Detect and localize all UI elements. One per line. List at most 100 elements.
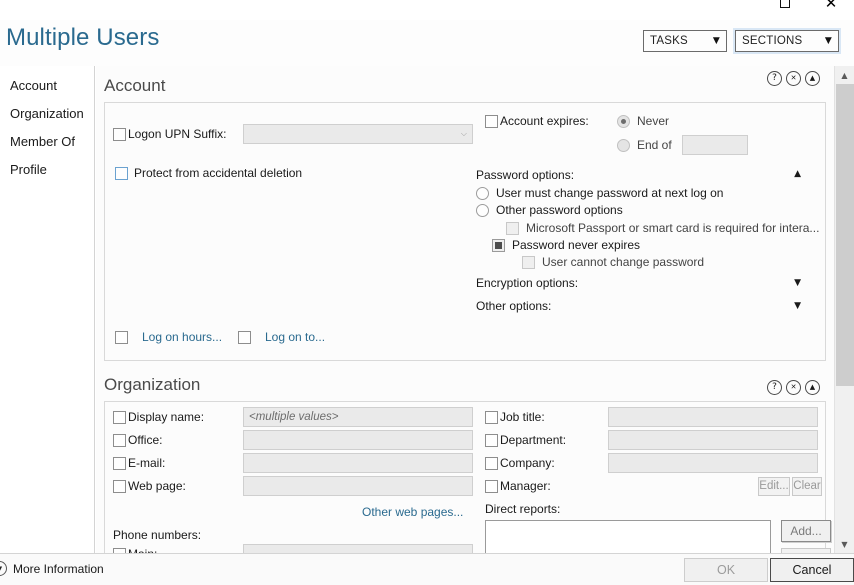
cancel-button[interactable]: Cancel bbox=[770, 558, 854, 582]
web-page-row: Web page: bbox=[113, 479, 473, 493]
display-name-checkbox[interactable] bbox=[113, 411, 126, 424]
tasks-label: TASKS bbox=[650, 35, 688, 47]
chevron-up-icon[interactable]: ▲ bbox=[805, 71, 820, 86]
cannot-change-password-row[interactable]: User cannot change password bbox=[522, 255, 826, 269]
display-name-value: <multiple values> bbox=[249, 411, 339, 423]
page-title: Multiple Users bbox=[6, 24, 159, 52]
email-field[interactable] bbox=[243, 453, 473, 473]
restore-window-button[interactable] bbox=[762, 0, 808, 18]
job-title-field[interactable] bbox=[608, 407, 818, 427]
account-expires-end-of-radio[interactable] bbox=[617, 139, 630, 152]
other-web-pages-link[interactable]: Other web pages... bbox=[362, 505, 463, 519]
more-information-button[interactable]: ▼ More Information bbox=[0, 561, 104, 576]
sidebar-item-member-of[interactable]: Member Of bbox=[0, 127, 94, 155]
log-on-hours-checkbox[interactable] bbox=[115, 331, 128, 344]
scroll-down-icon[interactable]: ▼ bbox=[835, 535, 854, 553]
close-icon[interactable]: ✕ bbox=[786, 71, 801, 86]
manager-checkbox[interactable] bbox=[485, 480, 498, 493]
content-scrollbar[interactable]: ▲ ▼ bbox=[834, 66, 854, 553]
passport-required-row[interactable]: Microsoft Passport or smart card is requ… bbox=[506, 221, 826, 235]
sidebar-item-account[interactable]: Account bbox=[0, 71, 94, 99]
office-checkbox[interactable] bbox=[113, 434, 126, 447]
company-field[interactable] bbox=[608, 453, 818, 473]
close-icon[interactable]: ✕ bbox=[786, 380, 801, 395]
help-icon[interactable]: ? bbox=[767, 380, 782, 395]
chevron-down-icon[interactable]: ▼ bbox=[794, 278, 801, 288]
protect-from-deletion-checkbox[interactable] bbox=[115, 167, 128, 180]
chevron-down-icon[interactable]: ▼ bbox=[794, 301, 801, 311]
scroll-up-icon[interactable]: ▲ bbox=[835, 66, 854, 84]
cannot-change-password-checkbox[interactable] bbox=[522, 256, 535, 269]
other-password-options-radio[interactable] bbox=[476, 204, 489, 217]
must-change-password-row[interactable]: User must change password at next log on bbox=[476, 186, 826, 200]
must-change-password-radio[interactable] bbox=[476, 187, 489, 200]
chevron-down-icon: ▼ bbox=[699, 37, 720, 46]
manager-edit-button[interactable]: Edit... bbox=[758, 477, 790, 496]
display-name-label: Display name: bbox=[128, 410, 204, 424]
other-password-options-row[interactable]: Other password options bbox=[476, 203, 826, 217]
log-on-to-row[interactable]: Log on to... bbox=[238, 330, 325, 344]
protect-from-deletion-row[interactable]: Protect from accidental deletion bbox=[115, 166, 302, 180]
passport-required-checkbox[interactable] bbox=[506, 222, 519, 235]
log-on-to-link[interactable]: Log on to... bbox=[265, 330, 325, 344]
job-title-checkbox[interactable] bbox=[485, 411, 498, 424]
department-field[interactable] bbox=[608, 430, 818, 450]
logon-upn-suffix-checkbox[interactable] bbox=[113, 128, 126, 141]
tasks-menu-button[interactable]: TASKS ▼ bbox=[643, 30, 727, 52]
organization-section-title: Organization bbox=[96, 375, 834, 395]
password-never-expires-row[interactable]: Password never expires bbox=[492, 238, 826, 252]
display-name-field[interactable]: <multiple values> bbox=[243, 407, 473, 427]
company-row: Company: bbox=[485, 456, 815, 470]
web-page-field[interactable] bbox=[243, 476, 473, 496]
office-field[interactable] bbox=[243, 430, 473, 450]
direct-reports-add-button[interactable]: Add... bbox=[781, 520, 831, 542]
department-label: Department: bbox=[500, 433, 566, 447]
protect-from-deletion-label: Protect from accidental deletion bbox=[134, 166, 302, 180]
account-expires-checkbox[interactable] bbox=[485, 115, 498, 128]
department-checkbox[interactable] bbox=[485, 434, 498, 447]
password-options-header[interactable]: Password options: ▲ bbox=[476, 166, 826, 183]
more-information-label: More Information bbox=[13, 562, 104, 576]
account-expires-row: Account expires: bbox=[485, 114, 589, 128]
account-expires-never-row[interactable]: Never bbox=[617, 114, 669, 128]
password-never-expires-checkbox[interactable] bbox=[492, 239, 505, 252]
sidebar-item-organization[interactable]: Organization bbox=[0, 99, 94, 127]
chevron-down-icon: ▼ bbox=[811, 37, 832, 46]
encryption-options-header[interactable]: Encryption options: ▼ bbox=[476, 276, 826, 290]
other-options-header[interactable]: Other options: ▼ bbox=[476, 299, 826, 313]
direct-reports-listbox[interactable] bbox=[485, 520, 771, 553]
logon-upn-suffix-combobox[interactable]: ⌵ bbox=[243, 124, 473, 144]
close-window-button[interactable]: ✕ bbox=[808, 0, 854, 18]
log-on-hours-link[interactable]: Log on hours... bbox=[142, 330, 222, 344]
password-options-group: Password options: ▲ User must change pas… bbox=[476, 166, 826, 313]
email-checkbox[interactable] bbox=[113, 457, 126, 470]
web-page-checkbox[interactable] bbox=[113, 480, 126, 493]
office-label: Office: bbox=[128, 433, 162, 447]
account-expires-end-of-row[interactable]: End of bbox=[617, 135, 748, 155]
chevron-up-icon[interactable]: ▲ bbox=[805, 380, 820, 395]
account-expires-never-radio[interactable] bbox=[617, 115, 630, 128]
chevron-down-circle-icon: ▼ bbox=[0, 561, 7, 576]
email-row: E-mail: bbox=[113, 456, 473, 470]
account-expires-date-field[interactable] bbox=[682, 135, 748, 155]
log-on-to-checkbox[interactable] bbox=[238, 331, 251, 344]
organization-section: Organization ? ✕ ▲ Display name: <multip… bbox=[96, 375, 834, 553]
help-icon[interactable]: ? bbox=[767, 71, 782, 86]
main-phone-field[interactable] bbox=[243, 544, 473, 553]
company-checkbox[interactable] bbox=[485, 457, 498, 470]
direct-reports-add-label: Add... bbox=[790, 524, 821, 538]
account-section: Account ? ✕ ▲ Logon UPN Suffix: ⌵ bbox=[96, 66, 834, 361]
manager-row: Manager: Edit... Clear bbox=[485, 479, 815, 493]
manager-clear-button[interactable]: Clear bbox=[792, 477, 822, 496]
sections-label: SECTIONS bbox=[742, 35, 802, 47]
account-expires-never-label: Never bbox=[637, 114, 669, 128]
account-section-icons: ? ✕ ▲ bbox=[767, 71, 820, 86]
organization-panel: Display name: <multiple values> Office: … bbox=[104, 401, 826, 553]
sections-menu-button[interactable]: SECTIONS ▼ bbox=[735, 30, 839, 52]
scrollbar-thumb[interactable] bbox=[836, 84, 854, 386]
chevron-up-icon[interactable]: ▲ bbox=[794, 169, 801, 179]
log-on-hours-row[interactable]: Log on hours... bbox=[115, 330, 222, 344]
cancel-label: Cancel bbox=[793, 563, 832, 577]
ok-button[interactable]: OK bbox=[684, 558, 768, 582]
sidebar-item-profile[interactable]: Profile bbox=[0, 155, 94, 183]
